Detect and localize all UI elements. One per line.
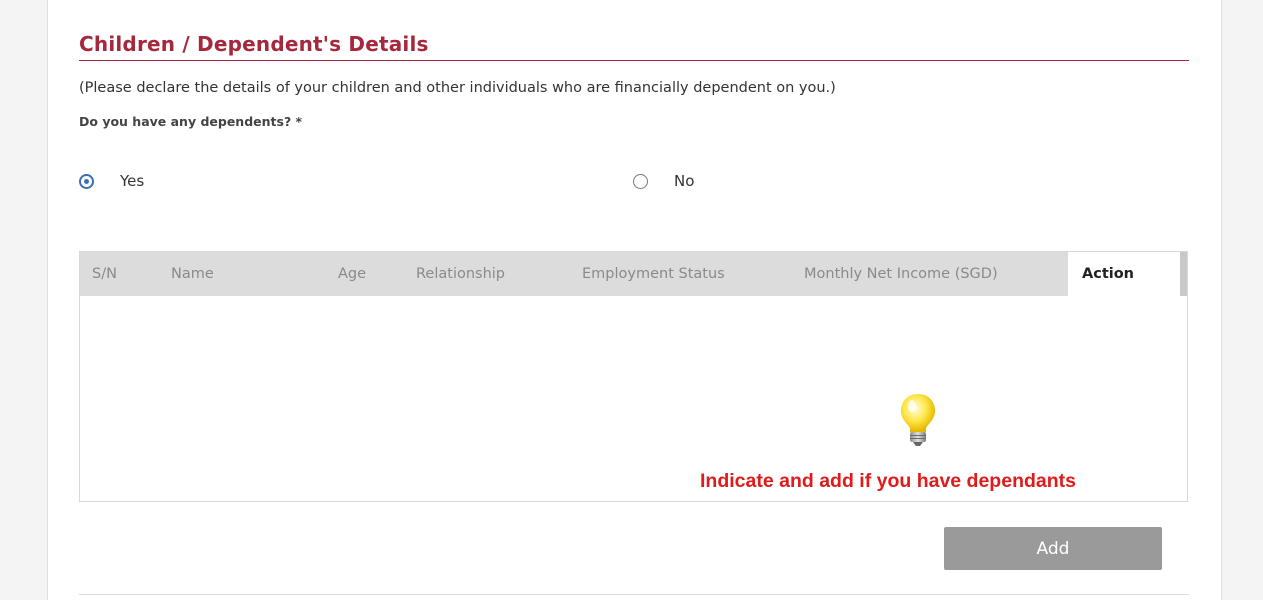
header-scrollbar[interactable] xyxy=(1180,252,1187,296)
column-header-action: Action xyxy=(1068,252,1180,296)
column-header-monthly-net-income: Monthly Net Income (SGD) xyxy=(804,266,998,282)
bottom-divider xyxy=(79,594,1189,595)
radio-yes[interactable]: Yes xyxy=(79,172,144,190)
column-header-age: Age xyxy=(338,266,367,282)
add-dependant-button[interactable]: Add xyxy=(944,527,1162,570)
dependents-table: S/N Name Age Relationship Employment Sta… xyxy=(79,251,1188,502)
title-divider xyxy=(79,60,1189,61)
dependants-hint-text: Indicate and add if you have dependants xyxy=(700,470,1076,492)
section-title: Children / Dependent's Details xyxy=(79,32,429,56)
lightbulb-icon xyxy=(901,394,935,446)
dependents-question: Do you have any dependents? * xyxy=(79,114,303,129)
column-header-relationship: Relationship xyxy=(416,266,506,282)
column-header-sn: S/N xyxy=(92,266,117,282)
radio-no-label: No xyxy=(674,172,695,190)
column-header-name: Name xyxy=(171,266,214,282)
radio-checked-icon[interactable] xyxy=(79,173,94,189)
table-header: S/N Name Age Relationship Employment Sta… xyxy=(80,252,1187,296)
form-page: Children / Dependent's Details (Please d… xyxy=(47,0,1222,600)
radio-yes-label: Yes xyxy=(120,172,145,190)
section-intro: (Please declare the details of your chil… xyxy=(79,80,836,96)
radio-unchecked-icon[interactable] xyxy=(633,173,648,189)
column-header-employment-status: Employment Status xyxy=(582,266,725,282)
radio-no[interactable]: No xyxy=(633,172,694,190)
